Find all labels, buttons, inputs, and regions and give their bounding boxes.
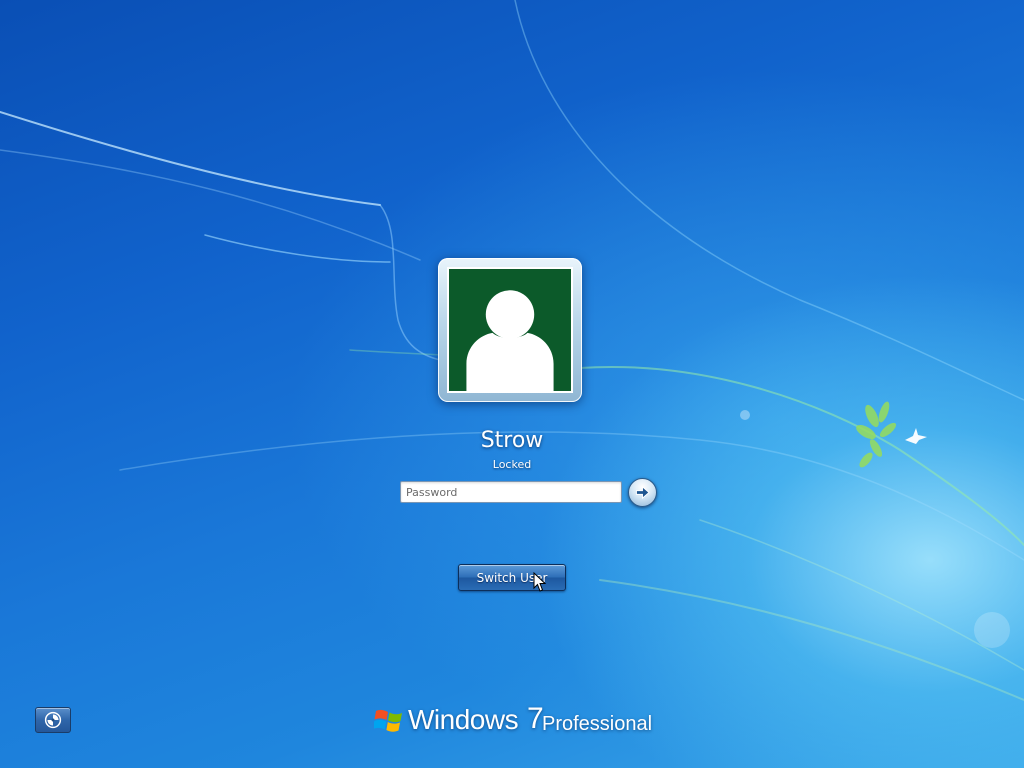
ease-of-access-icon [44,711,62,729]
brand-edition: Professional [542,713,653,735]
ease-of-access-button[interactable] [35,707,71,733]
user-silhouette-icon [447,267,573,393]
windows-flag-icon [374,709,402,732]
windows-branding: Windows 7 Professional [372,702,662,742]
password-input[interactable] [400,481,622,503]
arrow-right-icon [635,485,650,500]
switch-user-button[interactable]: Switch User [458,564,566,591]
user-status: Locked [492,458,532,471]
brand-product: Windows [408,704,519,735]
user-tile[interactable] [438,258,582,402]
user-name: Strow [480,428,544,453]
submit-button[interactable] [628,478,657,507]
